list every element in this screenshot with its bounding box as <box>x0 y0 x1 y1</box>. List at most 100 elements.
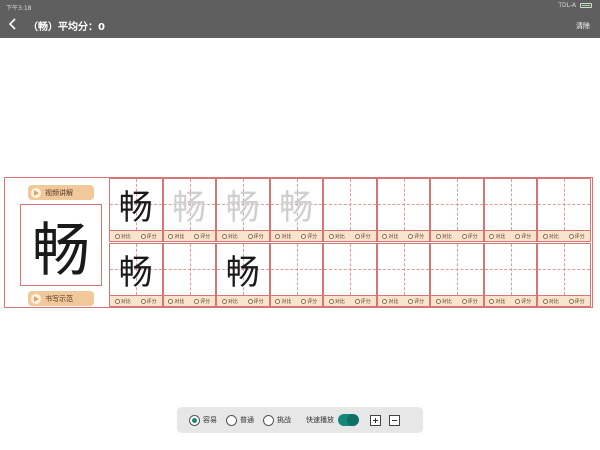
score-button[interactable]: 评分 <box>301 298 317 305</box>
compare-button[interactable]: 对比 <box>435 298 452 305</box>
score-button[interactable]: 评分 <box>354 298 371 305</box>
plus-icon[interactable] <box>370 414 381 426</box>
practice-cell[interactable]: 对比 评分 <box>430 243 484 307</box>
compare-button[interactable]: 对比 <box>275 298 291 305</box>
practice-cell[interactable]: 对比 评分 <box>269 243 323 307</box>
compare-button[interactable]: 对比 <box>382 298 398 305</box>
compare-label: 对比 <box>441 233 452 240</box>
writing-box[interactable] <box>484 179 536 230</box>
practice-cell[interactable]: 对比 评分 <box>323 243 377 307</box>
writing-box[interactable]: 畅 <box>217 179 269 230</box>
practice-cell[interactable]: 对比 评分 <box>537 243 591 307</box>
cell-controls: 对比 评分 <box>324 230 376 241</box>
score-label: 评分 <box>200 298 211 305</box>
practice-cell[interactable]: 畅对比 评分 <box>269 178 323 242</box>
practice-cell[interactable]: 畅对比 评分 <box>109 178 163 242</box>
practice-cell[interactable]: 对比 评分 <box>537 178 591 242</box>
score-button[interactable]: 评分 <box>354 233 371 240</box>
cell-controls: 对比 评分 <box>270 295 322 306</box>
practice-cell[interactable]: 对比 评分 <box>483 178 537 242</box>
compare-button[interactable]: 对比 <box>328 233 345 240</box>
compare-button[interactable]: 对比 <box>382 233 398 240</box>
score-button[interactable]: 评分 <box>301 233 317 240</box>
writing-box[interactable] <box>377 179 429 230</box>
radio-icon <box>168 298 174 304</box>
practice-cell[interactable]: 对比 评分 <box>323 178 377 242</box>
compare-button[interactable]: 对比 <box>114 233 131 240</box>
compare-button[interactable]: 对比 <box>542 233 559 240</box>
score-button[interactable]: 评分 <box>461 233 478 240</box>
mode-easy-radio[interactable]: 容易 <box>189 414 217 426</box>
score-button[interactable]: 评分 <box>194 233 210 240</box>
writing-box[interactable] <box>377 244 429 295</box>
compare-button[interactable]: 对比 <box>168 298 184 305</box>
writing-box[interactable]: 畅 <box>270 179 322 230</box>
practice-cell[interactable]: 对比 评分 <box>430 178 484 242</box>
compare-button[interactable]: 对比 <box>114 298 131 305</box>
writing-box[interactable] <box>431 179 483 230</box>
score-label: 评分 <box>307 298 318 305</box>
score-label: 评分 <box>467 233 478 240</box>
status-indicators: TDL-A <box>558 2 592 9</box>
writing-box[interactable] <box>431 244 483 295</box>
mode-challenge-radio[interactable]: 挑战 <box>263 414 291 426</box>
compare-button[interactable]: 对比 <box>328 298 345 305</box>
score-label: 评分 <box>360 233 371 240</box>
score-button[interactable]: 评分 <box>408 233 424 240</box>
score-button[interactable]: 评分 <box>140 233 157 240</box>
compare-button[interactable]: 对比 <box>275 233 291 240</box>
practice-cell[interactable]: 畅对比 评分 <box>162 178 216 242</box>
radio-icon <box>301 233 307 239</box>
mode-normal-radio[interactable]: 普通 <box>226 414 254 426</box>
writing-box[interactable] <box>324 244 376 295</box>
writing-demo-button[interactable]: 书写示范 <box>28 291 94 306</box>
cell-controls: 对比 评分 <box>110 295 162 306</box>
score-button[interactable]: 评分 <box>515 233 531 240</box>
writing-box[interactable] <box>270 244 322 295</box>
score-label: 评分 <box>253 298 264 305</box>
writing-box[interactable]: 畅 <box>163 179 215 230</box>
writing-box[interactable] <box>163 244 215 295</box>
compare-button[interactable]: 对比 <box>221 233 238 240</box>
compare-label: 对比 <box>495 298 506 305</box>
writing-box[interactable] <box>538 179 590 230</box>
model-panel: 视频讲解 畅 书写示范 <box>10 182 106 306</box>
writing-box[interactable]: 畅 <box>217 244 269 295</box>
score-button[interactable]: 评分 <box>568 233 585 240</box>
compare-label: 对比 <box>120 298 131 305</box>
score-button[interactable]: 评分 <box>247 233 264 240</box>
writing-box[interactable] <box>324 179 376 230</box>
speed-toggle[interactable] <box>338 414 359 426</box>
compare-label: 对比 <box>227 298 238 305</box>
clear-button[interactable]: 清除 <box>576 21 590 31</box>
practice-cell[interactable]: 畅对比 评分 <box>216 243 270 307</box>
radio-icon <box>515 298 521 304</box>
practice-cell[interactable]: 对比 评分 <box>162 243 216 307</box>
video-explain-button[interactable]: 视频讲解 <box>28 185 94 200</box>
score-button[interactable]: 评分 <box>515 298 531 305</box>
writing-box[interactable]: 畅 <box>110 244 162 295</box>
compare-button[interactable]: 对比 <box>221 298 238 305</box>
practice-cell[interactable]: 畅对比 评分 <box>216 178 270 242</box>
writing-box[interactable] <box>484 244 536 295</box>
score-button[interactable]: 评分 <box>408 298 424 305</box>
score-button[interactable]: 评分 <box>194 298 210 305</box>
practice-cell[interactable]: 对比 评分 <box>483 243 537 307</box>
compare-button[interactable]: 对比 <box>168 233 184 240</box>
practice-cell[interactable]: 畅对比 评分 <box>109 243 163 307</box>
writing-box[interactable]: 畅 <box>110 179 162 230</box>
score-button[interactable]: 评分 <box>461 298 478 305</box>
score-button[interactable]: 评分 <box>140 298 157 305</box>
score-button[interactable]: 评分 <box>247 298 264 305</box>
compare-button[interactable]: 对比 <box>435 233 452 240</box>
score-button[interactable]: 评分 <box>568 298 585 305</box>
bottom-toolbar: 容易 普通 挑战 快速播放 <box>177 407 423 433</box>
compare-button[interactable]: 对比 <box>489 298 505 305</box>
compare-button[interactable]: 对比 <box>489 233 505 240</box>
practice-cell[interactable]: 对比 评分 <box>376 178 430 242</box>
writing-box[interactable] <box>538 244 590 295</box>
practice-cell[interactable]: 对比 评分 <box>376 243 430 307</box>
minus-icon[interactable] <box>389 414 400 426</box>
compare-button[interactable]: 对比 <box>542 298 559 305</box>
back-arrow-icon[interactable] <box>6 17 20 31</box>
